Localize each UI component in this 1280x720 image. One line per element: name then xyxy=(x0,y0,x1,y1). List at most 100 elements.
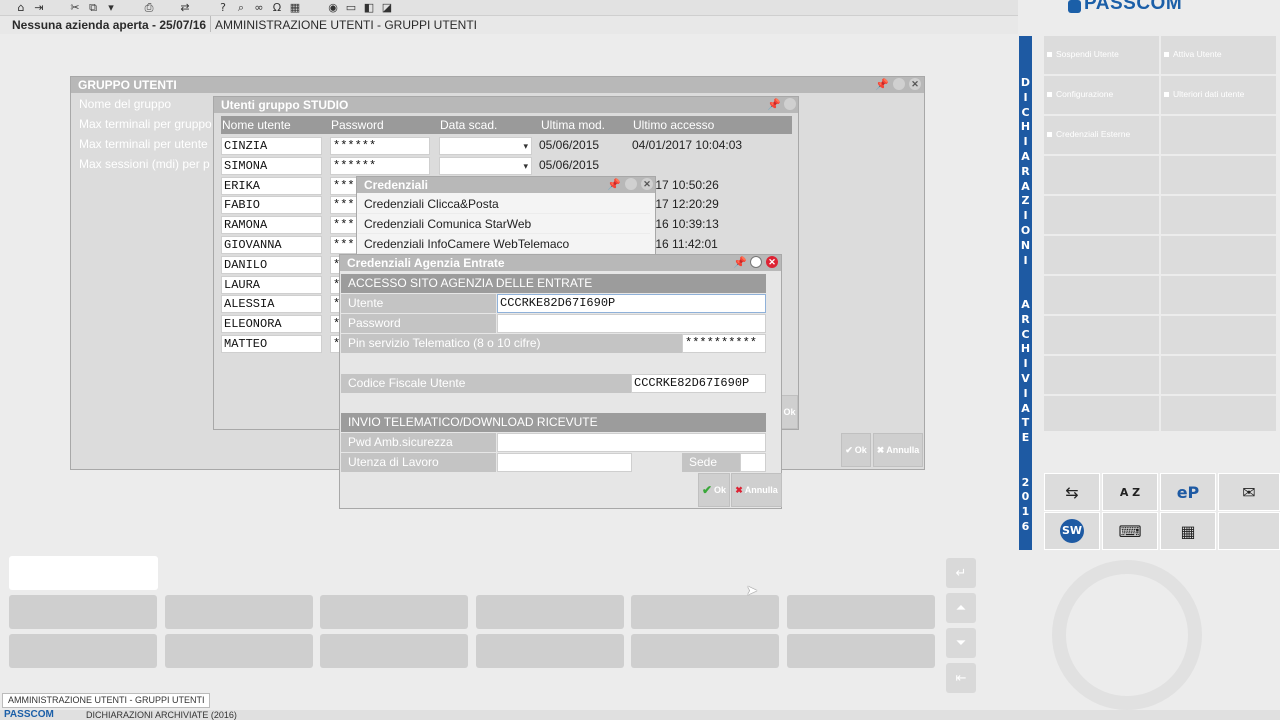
sort-az-icon[interactable]: A Z xyxy=(1102,473,1158,511)
pin-icon[interactable]: 📌 xyxy=(607,177,621,193)
cf-input[interactable]: CCCRKE82D67I690P xyxy=(631,374,766,393)
close-icon[interactable]: ✕ xyxy=(766,256,778,268)
help-icon[interactable]: ? xyxy=(216,1,230,14)
users-ok-button[interactable]: Ok xyxy=(781,395,798,429)
expiry-select[interactable] xyxy=(439,137,532,155)
username-cell[interactable]: DANILO xyxy=(221,255,322,274)
menu-item-infocamere[interactable]: Credenziali InfoCamere WebTelemaco xyxy=(358,234,650,254)
agenzia-cancel-button[interactable]: ✖ Annulla xyxy=(731,473,782,507)
side-empty-button[interactable] xyxy=(1161,196,1276,234)
pin-icon[interactable]: 📌 xyxy=(875,77,889,93)
function-button[interactable] xyxy=(476,634,624,668)
home-icon[interactable]: ⌂ xyxy=(14,1,28,14)
window-tab[interactable]: AMMINISTRAZIONE UTENTI - GRUPPI UTENTI xyxy=(2,693,210,708)
omega-icon[interactable]: Ω xyxy=(270,1,284,14)
import-export-icon[interactable]: ⇆ xyxy=(1044,473,1100,511)
username-cell[interactable]: LAURA xyxy=(221,275,322,294)
username-cell[interactable]: ELEONORA xyxy=(221,315,322,334)
function-button[interactable] xyxy=(165,595,313,629)
minimize-icon[interactable] xyxy=(784,98,796,110)
pwd-amb-input[interactable] xyxy=(497,433,766,452)
command-input[interactable] xyxy=(9,556,158,590)
external-credentials-button[interactable]: Credenziali Esterne xyxy=(1044,116,1159,154)
side-empty-button[interactable] xyxy=(1161,156,1276,194)
side-empty-button[interactable] xyxy=(1161,316,1276,354)
target-icon[interactable]: ◉ xyxy=(326,1,340,14)
activate-user-button[interactable]: Attiva Utente xyxy=(1161,36,1276,74)
side-empty-button[interactable] xyxy=(1044,396,1159,431)
exit-icon[interactable]: ⇥ xyxy=(32,1,46,14)
starweb-icon[interactable]: SW xyxy=(1044,512,1100,550)
calculator-icon[interactable]: ▦ xyxy=(288,1,302,14)
pin-input[interactable]: ********** xyxy=(682,334,766,353)
side-empty-button[interactable] xyxy=(1044,356,1159,394)
window-icon[interactable]: ◧ xyxy=(362,1,376,14)
username-cell[interactable]: ERIKA xyxy=(221,176,322,195)
username-cell[interactable]: ALESSIA xyxy=(221,295,322,314)
cut-icon[interactable]: ✂ xyxy=(68,1,82,14)
group-cancel-button[interactable]: ✖ Annulla xyxy=(873,433,923,467)
agenzia-ok-button[interactable]: ✔ Ok xyxy=(698,473,730,507)
link-icon[interactable]: ∞ xyxy=(252,1,266,14)
copy-icon[interactable]: ⧉ xyxy=(86,1,100,14)
menu-item-comunica-starweb[interactable]: Credenziali Comunica StarWeb xyxy=(358,214,650,234)
side-empty-button[interactable] xyxy=(1044,316,1159,354)
minimize-icon[interactable] xyxy=(750,256,762,268)
side-empty-button[interactable] xyxy=(1044,236,1159,274)
chart-icon[interactable]: ◪ xyxy=(380,1,394,14)
close-icon[interactable]: ✕ xyxy=(641,178,653,190)
function-button[interactable] xyxy=(787,634,935,668)
function-button[interactable] xyxy=(320,634,468,668)
side-empty-button[interactable] xyxy=(1161,396,1276,431)
print-icon[interactable]: ⎙ xyxy=(142,1,156,14)
expiry-select[interactable] xyxy=(439,156,532,175)
minimize-icon[interactable] xyxy=(625,178,637,190)
more-user-data-button[interactable]: Ulteriori dati utente xyxy=(1161,76,1276,114)
utente-input[interactable]: CCCRKE82D67I690P xyxy=(497,294,766,313)
side-empty-button[interactable] xyxy=(1161,236,1276,274)
monitor-icon[interactable]: ▭ xyxy=(344,1,358,14)
function-button[interactable] xyxy=(9,595,157,629)
grid-icon[interactable]: ▦ xyxy=(1160,512,1216,550)
pin-icon[interactable]: 📌 xyxy=(767,97,781,113)
username-cell[interactable]: SIMONA xyxy=(221,156,322,175)
side-empty-button[interactable] xyxy=(1161,356,1276,394)
username-cell[interactable]: MATTEO xyxy=(221,335,322,353)
username-cell[interactable]: GIOVANNA xyxy=(221,236,322,254)
end-icon[interactable]: ⇤ xyxy=(946,663,976,693)
username-cell[interactable]: FABIO xyxy=(221,196,322,215)
pin-icon[interactable]: 📌 xyxy=(733,255,747,271)
function-button[interactable] xyxy=(320,595,468,629)
function-button[interactable] xyxy=(631,634,779,668)
search-icon[interactable]: ⌕ xyxy=(234,1,248,14)
function-button[interactable] xyxy=(787,595,935,629)
enter-icon[interactable]: ↵ xyxy=(946,558,976,588)
paste-icon[interactable]: ▾ xyxy=(104,1,118,14)
function-button[interactable] xyxy=(476,595,624,629)
email-icon[interactable]: ✉ xyxy=(1218,473,1280,511)
password-cell[interactable]: ****** xyxy=(330,156,430,175)
minimize-icon[interactable] xyxy=(893,78,905,90)
transfer-icon[interactable]: ⇄ xyxy=(178,1,192,14)
configuration-button[interactable]: Configurazione xyxy=(1044,76,1159,114)
side-empty-button[interactable] xyxy=(1044,156,1159,194)
function-button[interactable] xyxy=(9,634,157,668)
side-empty-button[interactable] xyxy=(1161,116,1276,154)
password-input[interactable] xyxy=(497,314,766,333)
ep-lock-icon[interactable]: eP xyxy=(1160,473,1216,511)
function-button[interactable] xyxy=(631,595,779,629)
page-down-icon[interactable]: ⏷ xyxy=(946,628,976,658)
suspend-user-button[interactable]: Sospendi Utente xyxy=(1044,36,1159,74)
empty-icon-cell[interactable] xyxy=(1218,512,1280,550)
password-cell[interactable]: ****** xyxy=(330,137,430,155)
username-cell[interactable]: CINZIA xyxy=(221,137,322,155)
username-cell[interactable]: RAMONA xyxy=(221,216,322,235)
keyboard-icon[interactable]: ⌨ xyxy=(1102,512,1158,550)
side-empty-button[interactable] xyxy=(1044,276,1159,314)
utenza-input[interactable] xyxy=(497,453,632,472)
close-icon[interactable]: ✕ xyxy=(909,78,921,90)
side-empty-button[interactable] xyxy=(1044,196,1159,234)
sede-input[interactable] xyxy=(740,453,766,472)
function-button[interactable] xyxy=(165,634,313,668)
group-ok-button[interactable]: ✔ Ok xyxy=(841,433,871,467)
